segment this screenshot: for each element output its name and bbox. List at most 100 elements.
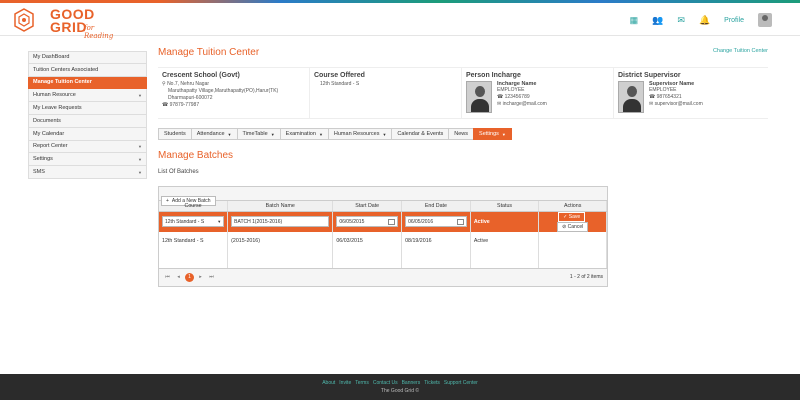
sidebar-item[interactable]: SMS ▼ [28, 166, 147, 179]
users-icon[interactable]: 👥 [652, 15, 663, 26]
supervisor-info: District Supervisor Supervisor Name EMPL… [614, 68, 768, 118]
sidebar-item[interactable]: Report Center ▼ [28, 140, 147, 154]
tab-label: TimeTable [242, 131, 268, 137]
check-icon: ✓ [563, 213, 568, 220]
tab-item[interactable]: Settings ▼ [473, 128, 512, 140]
change-tuition-center-link[interactable]: Change Tuition Center [713, 48, 768, 54]
row-start-date: 06/03/2015 [332, 231, 403, 250]
pager-summary: 1 - 2 of 2 items [569, 274, 603, 280]
tab-item[interactable]: TimeTable ▼ [236, 128, 280, 140]
footer-link[interactable]: About [322, 380, 335, 386]
avatar[interactable] [758, 13, 772, 27]
next-page-icon[interactable]: ▸ [196, 273, 205, 282]
row-actions [538, 231, 607, 250]
row-end-date: 08/19/2016 [401, 231, 471, 250]
mail-icon[interactable]: ✉ [677, 15, 685, 26]
footer-link[interactable]: Terms [355, 380, 369, 386]
course-value: 12th Standard - S [320, 81, 360, 87]
sidebar-item-label: Settings [33, 156, 53, 163]
status-cell: Active [470, 211, 540, 232]
course-heading: Course Offered [314, 72, 365, 79]
top-nav: ▦ 👥 ✉ 🔔 Profile [616, 11, 772, 29]
col-batch-name[interactable]: Batch Name [227, 201, 334, 212]
course-select[interactable]: 12th Standard - S ▼ [162, 216, 225, 227]
sidebar-item-label: Tuition Centers Associated [33, 66, 99, 73]
envelope-icon: ✉ [497, 101, 502, 107]
sidebar-item-label: My Leave Requests [33, 105, 82, 112]
tab-item[interactable]: Calendar & Events [391, 128, 449, 140]
footer-link[interactable]: Tickets [424, 380, 440, 386]
footer-link[interactable]: Banners [402, 380, 421, 386]
sidebar-item[interactable]: Manage Tuition Center [28, 76, 147, 90]
cancel-button[interactable]: ⊘ Cancel [557, 221, 589, 232]
save-button[interactable]: ✓ Save [558, 211, 586, 222]
logo-grid: GRID [50, 19, 87, 35]
profile-link[interactable]: Profile [724, 17, 744, 24]
course-select-value: 12th Standard - S [165, 218, 205, 225]
last-page-icon[interactable]: ⏭ [207, 273, 216, 282]
sidebar-item[interactable]: My Leave Requests [28, 102, 147, 115]
footer: About Invite Terms Contact Us Banners Tickets… [0, 374, 800, 400]
footer-link[interactable]: Contact Us [373, 380, 398, 386]
batch-name-input[interactable]: BATCH 1(2015-2016) [231, 216, 330, 227]
chevron-down-icon: ▼ [138, 143, 142, 149]
pager: ⏮ ◂ 1 ▸ ⏭ 1 - 2 of 2 items [159, 267, 607, 286]
logo-tagline: for Reading [84, 24, 114, 40]
tab-label: Students [164, 131, 186, 137]
row-course: 12th Standard - S [159, 231, 229, 250]
school-info: Crescent School (Govt) ⚲ No.7, Nehru Nag… [158, 68, 310, 118]
save-label: Save [568, 213, 581, 220]
tab-label: Examination [285, 131, 316, 137]
phone-icon: ☎ [162, 102, 169, 108]
start-date-value: 06/05/2015 [339, 218, 365, 225]
sidebar-item-label: Human Resource [33, 92, 76, 99]
tab-item[interactable]: Examination ▼ [279, 128, 328, 140]
logo[interactable]: GOOD GRID for Reading [12, 6, 122, 40]
chevron-down-icon: ▼ [138, 156, 142, 162]
cancel-label: Cancel [567, 223, 584, 230]
tab-label: Human Resources [333, 131, 380, 137]
sidebar-item[interactable]: Documents [28, 114, 147, 128]
end-date-input[interactable]: 06/05/2016 [405, 216, 467, 227]
col-start-date[interactable]: Start Date [332, 201, 403, 212]
tab-item[interactable]: Students [158, 128, 191, 140]
col-actions: Actions [538, 201, 607, 212]
supervisor-role: EMPLOYEE [649, 87, 677, 93]
tab-item[interactable]: Human Resources ▼ [327, 128, 392, 140]
supervisor-photo [618, 81, 644, 113]
tab-label: Settings [479, 131, 499, 137]
row-status: Active [470, 231, 540, 250]
incharge-info: Person Incharge Incharge Name EMPLOYEE ☎… [462, 68, 614, 118]
sidebar-item[interactable]: Tuition Centers Associated [28, 63, 147, 77]
col-status[interactable]: Status [470, 201, 540, 212]
calendar-icon[interactable] [388, 218, 396, 225]
apps-grid-icon[interactable]: ▦ [630, 15, 639, 26]
chevron-down-icon: ▼ [382, 131, 387, 137]
map-pin-icon: ⚲ [162, 81, 166, 87]
school-address-3: Dharmapuri-600072 [168, 95, 213, 101]
prev-page-icon[interactable]: ◂ [174, 273, 183, 282]
page-number-current[interactable]: 1 [185, 272, 194, 282]
sidebar-item[interactable]: My DashBoard [28, 51, 147, 64]
sidebar-item-label: Report Center [33, 143, 68, 150]
first-page-icon[interactable]: ⏮ [163, 273, 172, 282]
sidebar-item-label: Manage Tuition Center [33, 79, 92, 86]
incharge-role: EMPLOYEE [497, 87, 525, 93]
footer-link[interactable]: Support Center [444, 380, 478, 386]
sidebar-item[interactable]: Settings ▼ [28, 153, 147, 167]
school-address-1: No.7, Nehru Nagar [167, 81, 210, 87]
copyright: The Good Grid © [380, 388, 420, 394]
sidebar-item[interactable]: Human Resource ▼ [28, 89, 147, 103]
col-end-date[interactable]: End Date [401, 201, 471, 212]
start-date-input[interactable]: 06/05/2015 [336, 216, 399, 227]
sidebar-item[interactable]: My Calendar [28, 127, 147, 141]
tab-item[interactable]: News [448, 128, 474, 140]
tab-item[interactable]: Attendance ▼ [190, 128, 237, 140]
chevron-down-icon: ▼ [501, 131, 506, 137]
supervisor-phone: 987654321 [656, 94, 682, 100]
incharge-photo [466, 81, 492, 113]
table-row[interactable]: 12th Standard - S (2015-2016) 06/03/2015… [159, 231, 607, 250]
calendar-icon[interactable] [456, 218, 464, 225]
footer-link[interactable]: Invite [339, 380, 351, 386]
bell-icon[interactable]: 🔔 [699, 15, 710, 26]
